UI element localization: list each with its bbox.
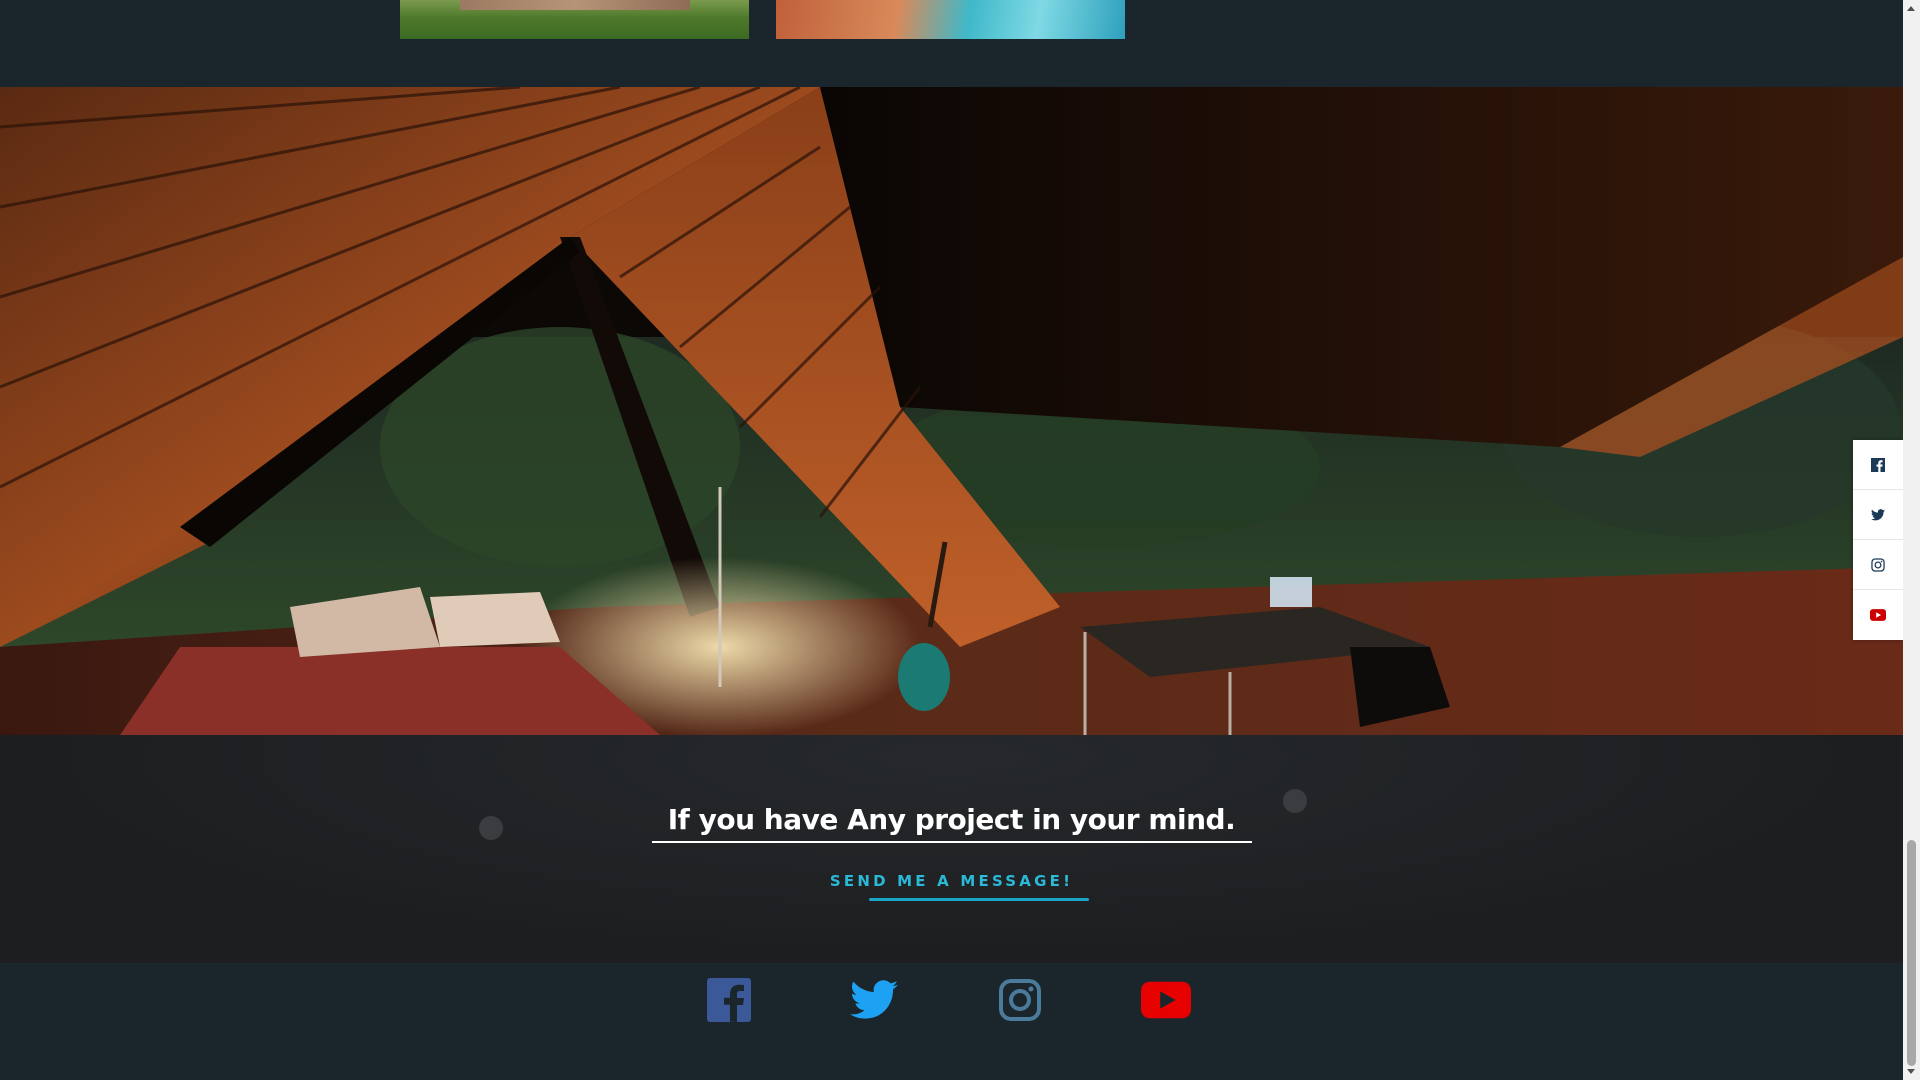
- gallery-strip: [0, 0, 1903, 87]
- hero-image: [0, 87, 1903, 735]
- page-scrollbar[interactable]: [1903, 0, 1920, 1080]
- facebook-icon[interactable]: [704, 975, 754, 1025]
- scrollbar-thumb[interactable]: [1907, 840, 1916, 1066]
- cta-heading: If you have Any project in your mind.: [667, 803, 1236, 836]
- floating-share-bar: [1853, 440, 1903, 640]
- scroll-up-arrow-icon[interactable]: [1907, 6, 1915, 11]
- footer: [0, 963, 1903, 1080]
- page: If you have Any project in your mind. SE…: [0, 0, 1920, 1080]
- send-message-underline: [869, 898, 1089, 901]
- facebook-icon[interactable]: [1853, 440, 1903, 490]
- youtube-icon[interactable]: [1141, 975, 1191, 1025]
- contact-cta-section: If you have Any project in your mind. SE…: [0, 735, 1903, 963]
- twitter-icon[interactable]: [1853, 490, 1903, 540]
- instagram-icon[interactable]: [995, 975, 1045, 1025]
- send-message-button[interactable]: SEND ME A MESSAGE!: [0, 872, 1903, 890]
- twitter-icon[interactable]: [849, 975, 899, 1025]
- gallery-thumbnail-pool[interactable]: [776, 0, 1125, 39]
- gallery-thumbnail-garden[interactable]: [400, 0, 749, 39]
- instagram-icon[interactable]: [1853, 540, 1903, 590]
- scroll-down-arrow-icon[interactable]: [1907, 1069, 1915, 1074]
- youtube-icon[interactable]: [1853, 590, 1903, 640]
- heading-underline: [652, 841, 1252, 843]
